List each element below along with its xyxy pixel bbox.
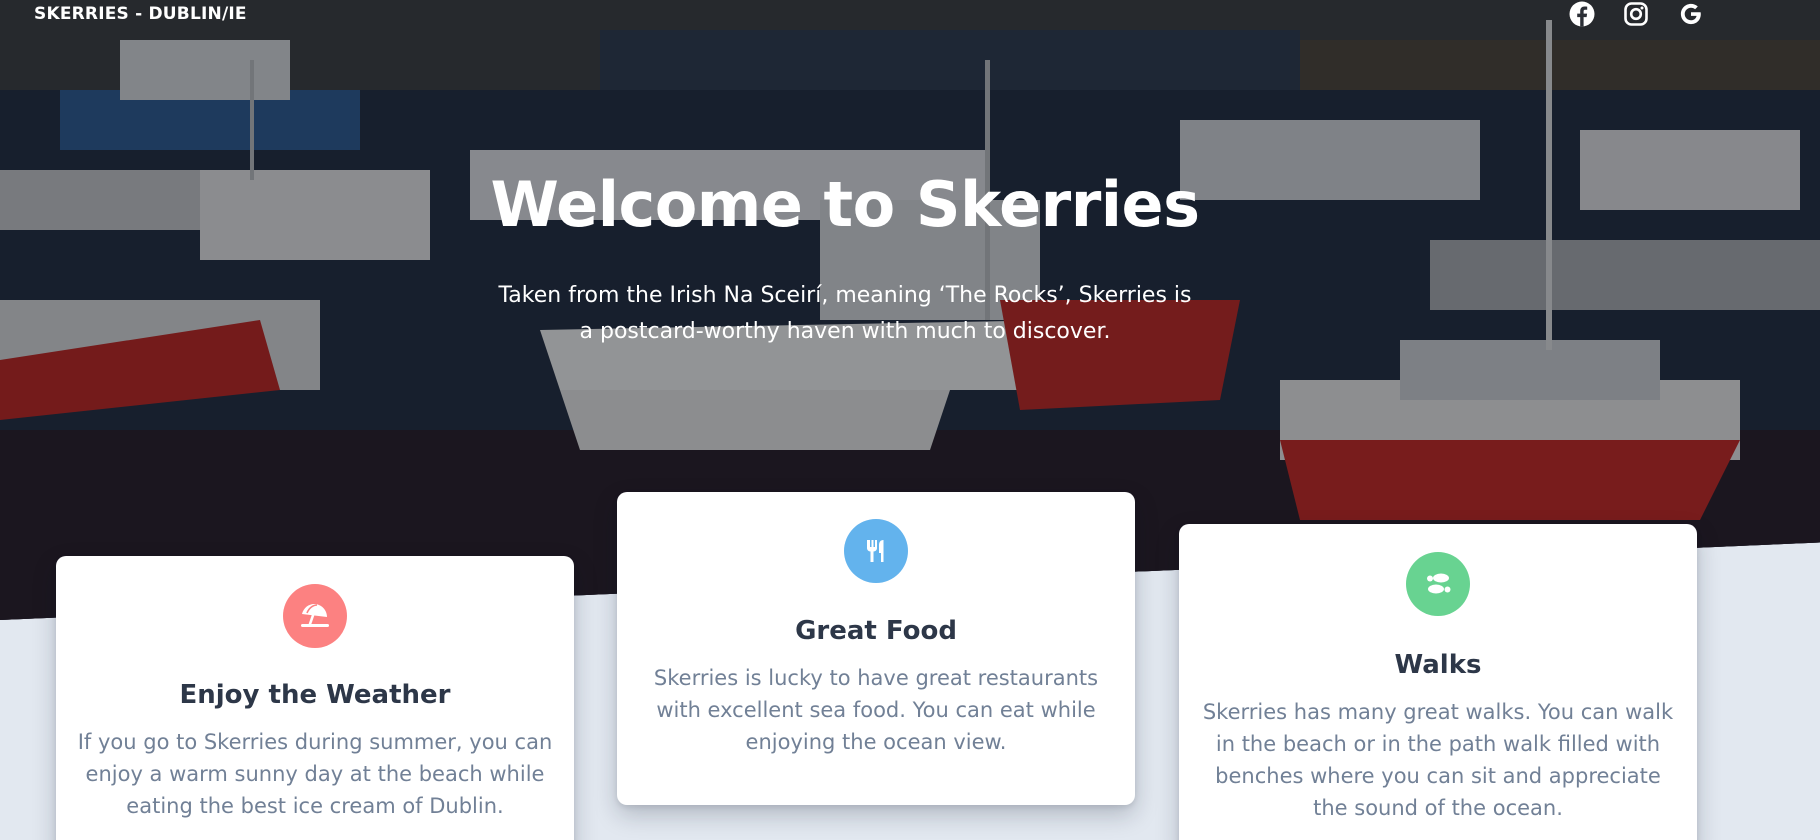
feature-card-food: Great Food Skerries is lucky to have gre… xyxy=(617,492,1135,805)
card-text: If you go to Skerries during summer, you… xyxy=(77,730,553,818)
top-nav: SKERRIES - DUBLIN/IE xyxy=(0,0,1820,32)
footprints-icon xyxy=(1406,552,1470,616)
card-title: Walks xyxy=(1394,650,1482,680)
brand-logo-text[interactable]: SKERRIES - DUBLIN/IE xyxy=(34,4,247,24)
page: SKERRIES - DUBLIN/IE Welcome to Skerries… xyxy=(0,0,1820,840)
instagram-icon[interactable] xyxy=(1621,0,1651,28)
google-icon[interactable] xyxy=(1676,0,1706,28)
feature-card-weather: Enjoy the Weather If you go to Skerries … xyxy=(56,556,574,840)
facebook-icon[interactable] xyxy=(1567,0,1597,28)
card-text: Skerries is lucky to have great restaura… xyxy=(653,666,1099,754)
utensils-icon xyxy=(844,519,908,583)
beach-umbrella-icon xyxy=(283,584,347,648)
hero-title: Welcome to Skerries xyxy=(490,168,1200,241)
feature-card-walks: Walks Skerries has many great walks. You… xyxy=(1179,524,1697,840)
hero-subtitle: Taken from the Irish Na Sceirí, meaning … xyxy=(498,283,1192,344)
card-title: Enjoy the Weather xyxy=(179,680,451,710)
card-title: Great Food xyxy=(795,616,957,646)
card-text: Skerries has many great walks. You can w… xyxy=(1202,700,1674,820)
